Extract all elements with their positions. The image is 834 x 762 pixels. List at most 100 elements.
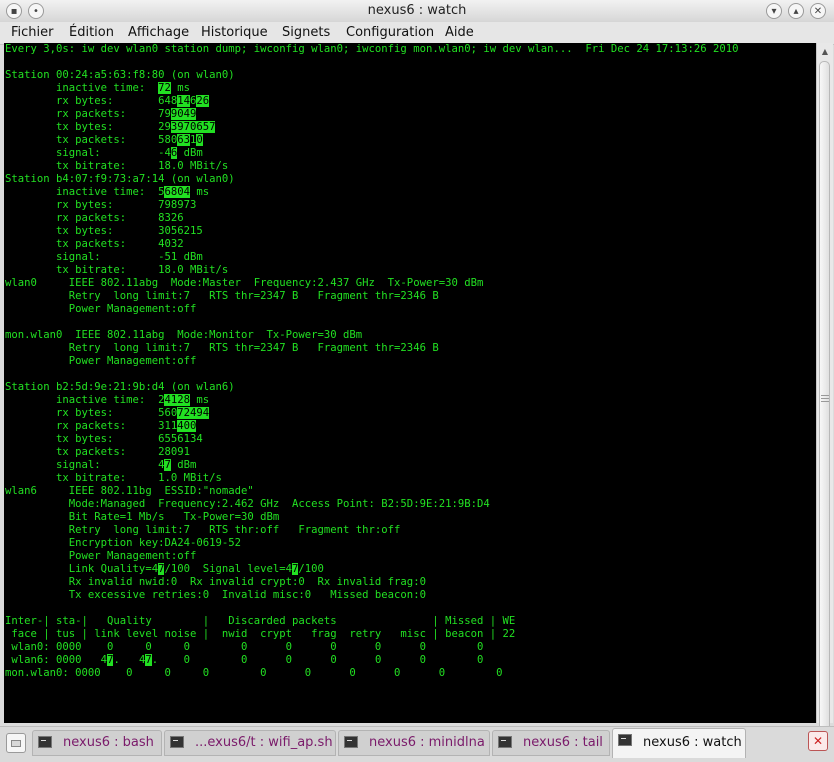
menu-affichage[interactable]: Affichage [128, 25, 189, 40]
tab-wifi-ap[interactable]: ...exus6/t : wifi_ap.sh [164, 730, 336, 756]
scrollbar-grip [821, 401, 829, 402]
terminal-icon [38, 736, 52, 748]
terminal-text: rx packets: 311 [5, 420, 178, 432]
changed-value-highlight: 400 [177, 420, 197, 432]
terminal-line: Station b4:07:f9:73:a7:14 (on wlan0) [5, 173, 235, 186]
terminal-text: tx bitrate: 18.0 MBit/s [5, 264, 229, 276]
terminal-text: tx bytes: 29 [5, 121, 171, 133]
terminal-text: Every 3,0s: iw dev wlan0 station dump; i… [5, 43, 739, 55]
terminal-text: wlan0 IEEE 802.11abg Mode:Master Frequen… [5, 277, 484, 289]
menu-edition[interactable]: Édition [69, 25, 114, 40]
terminal-text: rx bytes: 798973 [5, 199, 197, 211]
terminal-line: wlan0 IEEE 802.11abg Mode:Master Frequen… [5, 277, 483, 290]
menu-configuration[interactable]: Configuration [346, 25, 434, 40]
tab-watch[interactable]: nexus6 : watch [612, 728, 746, 758]
tab-minidlna[interactable]: nexus6 : minidlna [338, 730, 490, 756]
terminal-text: Station b2:5d:9e:21:9b:d4 (on wlan6) [5, 381, 235, 393]
terminal-text: rx bytes: 648 [5, 95, 178, 107]
terminal-text: Power Management:off [5, 550, 197, 562]
terminal-line: Inter-| sta-| Quality | Discarded packet… [5, 615, 515, 628]
terminal-icon [170, 736, 184, 748]
tab-bash[interactable]: nexus6 : bash [32, 730, 162, 756]
chevron-up-icon[interactable]: ▴ [788, 3, 804, 19]
terminal-text: Tx excessive retries:0 Invalid misc:0 Mi… [5, 589, 426, 601]
terminal-text: Inter-| sta-| Quality | Discarded packet… [5, 615, 516, 627]
terminal-scrollbar[interactable]: ▲ [816, 43, 833, 739]
terminal-line: Retry long limit:7 RTS thr=2347 B Fragme… [5, 342, 439, 355]
terminal-line: inactive time: 72 ms [5, 82, 190, 95]
terminal-line: face | tus | link level noise | nwid cry… [5, 628, 515, 641]
scrollbar-grip [821, 395, 829, 396]
chevron-down-icon[interactable]: ▾ [766, 3, 782, 19]
terminal-line: rx bytes: 64814626 [5, 95, 210, 108]
terminal-line: Power Management:off [5, 550, 197, 563]
changed-value-highlight: 4128 [164, 394, 190, 406]
scroll-up-arrow-icon[interactable]: ▲ [817, 44, 833, 60]
menu-signets[interactable]: Signets [282, 25, 330, 40]
terminal-icon [498, 736, 512, 748]
terminal-text: rx packets: 79 [5, 108, 171, 120]
terminal-text: /100 Signal level=4 [164, 563, 293, 575]
close-tab-icon[interactable]: ✕ [808, 731, 828, 751]
terminal-text: . 0 0 0 0 0 0 0 [151, 654, 484, 666]
terminal-text: dBm [170, 459, 197, 471]
terminal-line: tx bitrate: 18.0 MBit/s [5, 160, 228, 173]
changed-value-highlight: 63 [177, 134, 190, 146]
terminal-line: Link Quality=47/100 Signal level=47/100 [5, 563, 324, 576]
terminal-text: tx packets: 4032 [5, 238, 184, 250]
terminal-text: wlan6: 0000 4 [5, 654, 108, 666]
terminal-line: tx packets: 28091 [5, 446, 190, 459]
terminal-line: Power Management:off [5, 355, 197, 368]
menu-fichier[interactable]: Fichier [11, 25, 54, 40]
terminal-text: Mode:Managed Frequency:2.462 GHz Access … [5, 498, 490, 510]
terminal-line: mon.wlan0 IEEE 802.11abg Mode:Monitor Tx… [5, 329, 362, 342]
terminal-line: Every 3,0s: iw dev wlan0 station dump; i… [5, 43, 738, 56]
terminal-text: tx bytes: 6556134 [5, 433, 203, 445]
terminal-output[interactable]: Every 3,0s: iw dev wlan0 station dump; i… [4, 43, 816, 723]
terminal-line: mon.wlan0: 0000 0 0 0 0 0 0 0 0 0 [5, 667, 502, 680]
terminal-line: tx bytes: 6556134 [5, 433, 203, 446]
title-bar: ▪ • nexus6 : watch ▾ ▴ ✕ [0, 0, 834, 23]
terminal-text: Retry long limit:7 RTS thr=2347 B Fragme… [5, 290, 439, 302]
terminal-text: Retry long limit:7 RTS thr:off Fragment … [5, 524, 401, 536]
scrollbar-grip [821, 398, 829, 399]
changed-value-highlight: 14 [177, 95, 190, 107]
terminal-line: Bit Rate=1 Mb/s Tx-Power=30 dBm [5, 511, 280, 524]
terminal-text: . 4 [113, 654, 146, 666]
terminal-icon [618, 734, 632, 746]
tab-bar: nexus6 : bash ...exus6/t : wifi_ap.sh ne… [0, 726, 834, 762]
terminal-line: signal: -46 dBm [5, 147, 203, 160]
changed-value-highlight: 6804 [164, 186, 190, 198]
menu-aide[interactable]: Aide [445, 25, 474, 40]
terminal-text: Bit Rate=1 Mb/s Tx-Power=30 dBm [5, 511, 280, 523]
terminal-line: tx bitrate: 1.0 MBit/s [5, 472, 222, 485]
scrollbar-thumb[interactable] [819, 61, 830, 739]
changed-value-highlight: 72 [158, 82, 171, 94]
terminal-line: tx bytes: 293970657 [5, 121, 216, 134]
changed-value-highlight: 26 [196, 95, 210, 107]
terminal-line: inactive time: 24128 ms [5, 394, 209, 407]
tab-label: nexus6 : minidlna [369, 735, 485, 750]
terminal-text: Station 00:24:a5:63:f8:80 (on wlan0) [5, 69, 235, 81]
terminal-line: tx packets: 5806310 [5, 134, 203, 147]
changed-value-highlight: 0 [196, 134, 203, 146]
menu-historique[interactable]: Historique [201, 25, 268, 40]
terminal-line: tx bytes: 3056215 [5, 225, 203, 238]
changed-value-highlight: 72494 [177, 407, 210, 419]
window-title: nexus6 : watch [367, 3, 467, 18]
tab-tail[interactable]: nexus6 : tail [492, 730, 610, 756]
terminal-text: /100 [298, 563, 324, 575]
terminal-line: rx packets: 8326 [5, 212, 184, 225]
tab-label: nexus6 : watch [643, 735, 742, 750]
terminal-text: Rx invalid nwid:0 Rx invalid crypt:0 Rx … [5, 576, 426, 588]
tab-label: ...exus6/t : wifi_ap.sh [195, 735, 333, 750]
terminal-text: inactive time: [5, 82, 159, 94]
close-icon[interactable]: ✕ [810, 3, 826, 19]
new-tab-icon[interactable] [6, 733, 26, 753]
terminal-line: Retry long limit:7 RTS thr=2347 B Fragme… [5, 290, 439, 303]
terminal-text: wlan0: 0000 0 0 0 0 0 0 0 0 0 [5, 641, 484, 653]
terminal-text: tx packets: 580 [5, 134, 178, 146]
menu-bar: Fichier Édition Affichage Historique Sig… [0, 22, 834, 45]
terminal-line: inactive time: 56804 ms [5, 186, 209, 199]
terminal-text: tx bitrate: 1.0 MBit/s [5, 472, 222, 484]
